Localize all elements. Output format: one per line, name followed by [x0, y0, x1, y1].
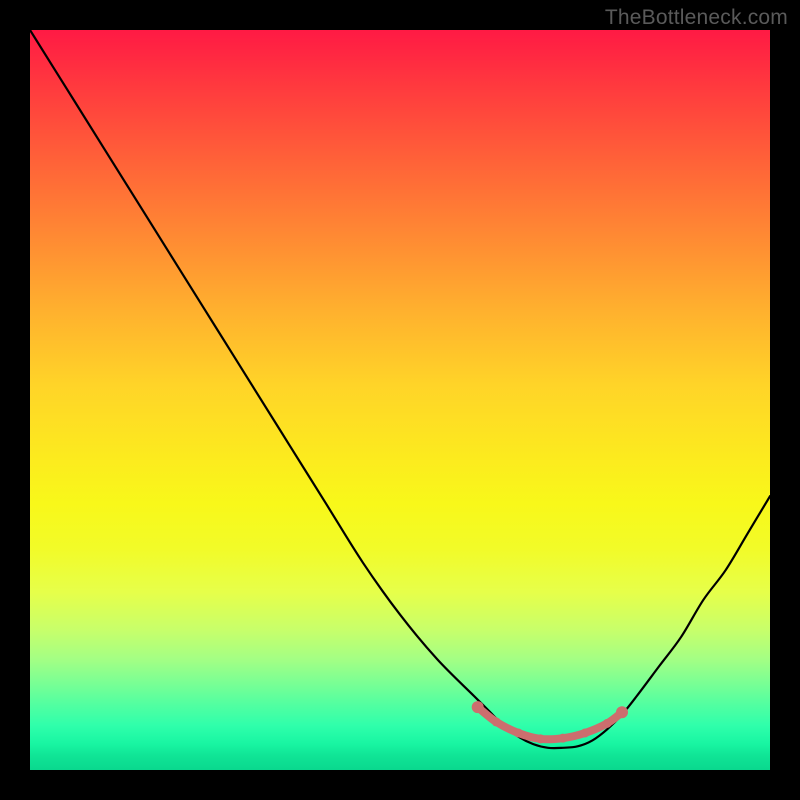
chart-svg — [30, 30, 770, 770]
plot-area — [30, 30, 770, 770]
highlight-marker — [472, 701, 484, 713]
highlight-markers — [472, 701, 628, 743]
highlight-marker — [616, 706, 628, 718]
highlight-marker — [514, 729, 523, 738]
bottleneck-curve-path — [30, 30, 770, 748]
watermark-text: TheBottleneck.com — [605, 6, 788, 30]
highlight-marker — [558, 734, 567, 743]
highlight-marker — [603, 719, 612, 728]
highlight-marker — [492, 717, 501, 726]
highlight-marker — [536, 734, 545, 743]
highlight-marker — [581, 729, 590, 738]
